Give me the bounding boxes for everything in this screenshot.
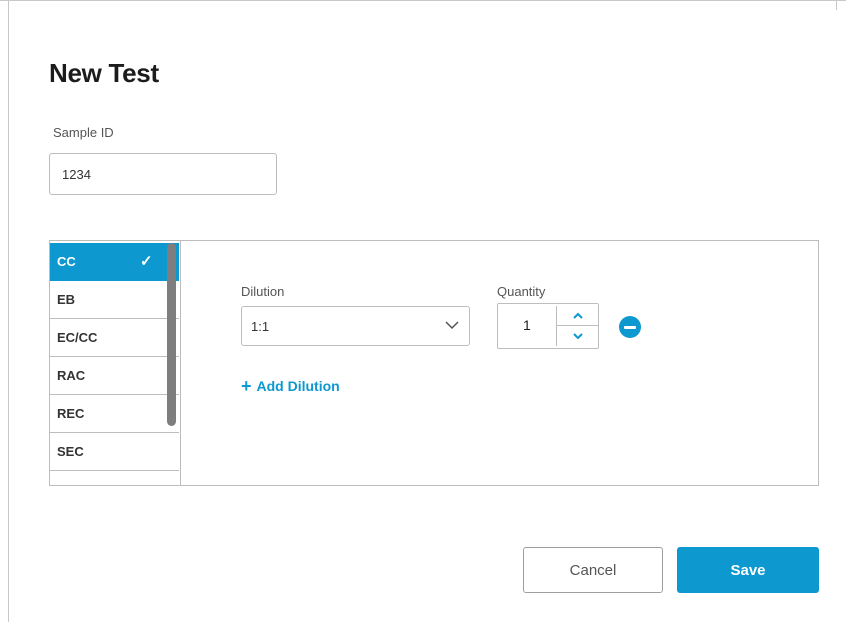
test-item-label: EB — [57, 292, 76, 307]
test-item-cc[interactable]: CC ✓ — [50, 243, 179, 281]
quantity-stepper: 1 — [497, 303, 599, 349]
dilution-value: 1:1 — [251, 319, 270, 334]
dialog-title: New Test — [49, 58, 159, 88]
sample-id-label: Sample ID — [53, 125, 114, 140]
test-item-eb[interactable]: EB — [50, 281, 179, 319]
test-item-rac[interactable]: RAC — [50, 357, 179, 395]
test-item-label: RAC — [57, 368, 86, 383]
test-item-label: CC — [57, 254, 76, 269]
quantity-decrement-button[interactable] — [556, 326, 598, 346]
plus-icon: + — [241, 376, 252, 396]
test-item-ec-cc[interactable]: EC/CC — [50, 319, 179, 357]
test-panel: CC ✓ EB EC/CC RAC REC SEC Dilution 1:1 Q… — [49, 240, 819, 486]
test-item-sec[interactable]: SEC — [50, 433, 179, 471]
test-item-label: EC/CC — [57, 330, 98, 345]
window-left-border — [8, 0, 9, 622]
test-type-list: CC ✓ EB EC/CC RAC REC SEC — [50, 241, 181, 485]
test-item-rec[interactable]: REC — [50, 395, 179, 433]
chevron-down-icon — [445, 321, 459, 330]
remove-dilution-button[interactable] — [619, 316, 641, 338]
dilution-label: Dilution — [241, 284, 285, 299]
dilution-select[interactable]: 1:1 — [241, 306, 470, 346]
window-top-border — [0, 0, 846, 1]
quantity-increment-button[interactable] — [556, 306, 598, 326]
list-scrollbar[interactable] — [167, 243, 176, 426]
minus-icon — [624, 325, 636, 329]
window-right-border — [836, 0, 837, 10]
add-dilution-label: Add Dilution — [256, 378, 340, 394]
test-item-label: SEC — [57, 444, 84, 459]
checkmark-icon: ✓ — [140, 253, 153, 270]
chevron-down-icon — [572, 332, 583, 339]
quantity-value[interactable]: 1 — [523, 317, 531, 333]
test-item-label: REC — [57, 406, 85, 421]
cancel-button[interactable]: Cancel — [523, 547, 663, 593]
add-dilution-button[interactable]: + Add Dilution — [241, 375, 340, 396]
save-button[interactable]: Save — [677, 547, 819, 593]
chevron-up-icon — [572, 312, 583, 319]
sample-id-input[interactable] — [49, 153, 277, 195]
quantity-label: Quantity — [497, 284, 546, 299]
